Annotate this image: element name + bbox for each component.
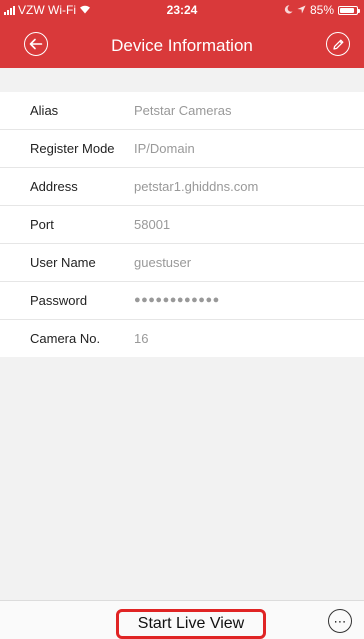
field-value: 58001 [134, 217, 171, 232]
nav-bar: Device Information [0, 22, 364, 68]
field-label: Port [30, 217, 54, 232]
app-header: VZW Wi-Fi 23:24 85% Device Information [0, 0, 364, 68]
field-value: petstar1.ghiddns.com [134, 179, 259, 194]
field-value: Petstar Cameras [134, 103, 232, 118]
field-value: guestuser [134, 255, 192, 270]
field-row-user-name[interactable]: User Name guestuser [0, 244, 364, 282]
moon-icon [284, 3, 293, 17]
bottom-toolbar: Start Live View ⋯ [0, 600, 364, 639]
field-label: Address [30, 179, 78, 194]
location-arrow-icon [297, 3, 306, 17]
battery-percent: 85% [309, 3, 334, 17]
page-title: Device Information [111, 36, 253, 55]
field-label: Register Mode [30, 141, 115, 156]
field-row-camera-no[interactable]: Camera No. 16 [0, 320, 364, 357]
field-row-address[interactable]: Address petstar1.ghiddns.com [0, 168, 364, 206]
ellipsis-icon: ⋯ [333, 613, 347, 629]
status-bar: VZW Wi-Fi 23:24 85% [0, 0, 364, 20]
device-info-list: Alias Petstar Cameras Register Mode IP/D… [0, 92, 364, 357]
field-row-port[interactable]: Port 58001 [0, 206, 364, 244]
field-label: User Name [30, 255, 96, 270]
start-live-view-button[interactable]: Start Live View [116, 609, 266, 639]
edit-button[interactable] [326, 32, 350, 56]
pencil-icon [332, 39, 343, 50]
battery-icon [338, 5, 360, 15]
more-button[interactable]: ⋯ [328, 609, 352, 633]
field-row-alias[interactable]: Alias Petstar Cameras [0, 92, 364, 130]
field-value: 16 [134, 331, 149, 346]
field-value: IP/Domain [134, 141, 195, 156]
status-right: 85% [284, 3, 360, 17]
field-label: Password [30, 293, 88, 308]
field-row-password[interactable]: Password ●●●●●●●●●●●● [0, 282, 364, 320]
field-label: Camera No. [30, 331, 101, 346]
field-row-register-mode[interactable]: Register Mode IP/Domain [0, 130, 364, 168]
field-label: Alias [30, 103, 59, 118]
password-value: ●●●●●●●●●●●● [134, 294, 220, 306]
